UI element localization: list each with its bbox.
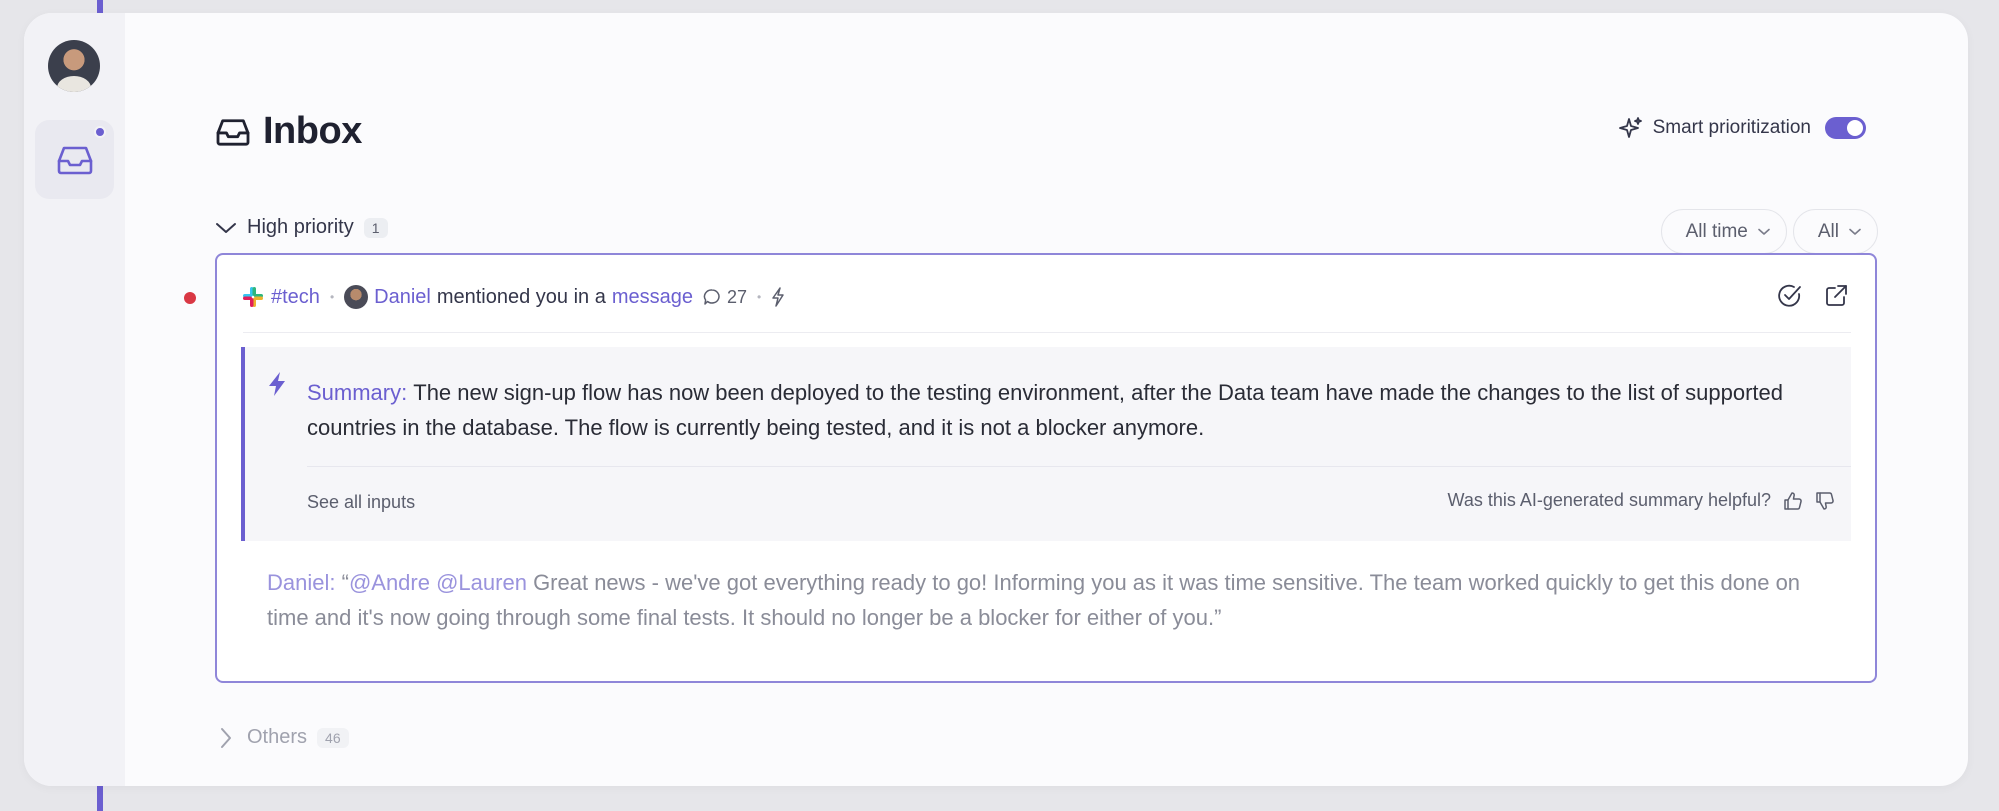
separator-dot: • — [757, 290, 762, 304]
section-count-badge: 46 — [317, 727, 349, 748]
bolt-icon — [771, 287, 785, 307]
summary-feedback: Was this AI-generated summary helpful? — [1448, 490, 1835, 511]
smart-prioritization: Smart prioritization — [1618, 116, 1866, 140]
comment-icon — [703, 288, 721, 306]
unread-dot — [184, 292, 196, 304]
message-mentions: @Andre @Lauren — [348, 570, 527, 595]
smart-prioritization-label: Smart prioritization — [1652, 117, 1811, 138]
type-filter-dropdown[interactable]: All — [1792, 209, 1878, 254]
section-label: Others — [247, 726, 308, 748]
smart-prioritization-toggle[interactable] — [1825, 117, 1866, 139]
accent-line-bottom — [97, 786, 103, 811]
card-actions — [1777, 283, 1849, 309]
sender-avatar — [344, 285, 369, 309]
sidebar-item-inbox[interactable] — [35, 120, 114, 199]
filter-bar: All time All — [1660, 209, 1878, 254]
mention-text: mentioned you in a — [436, 285, 606, 308]
slack-icon — [241, 285, 265, 309]
message-link[interactable]: message — [612, 286, 693, 309]
thumbs-up-icon[interactable] — [1783, 491, 1803, 511]
chevron-down-icon — [1758, 228, 1770, 236]
user-avatar[interactable] — [48, 40, 100, 92]
section-header-others[interactable]: Others 46 — [215, 726, 349, 749]
summary-body: The new sign-up flow has now been deploy… — [307, 380, 1783, 440]
inbox-icon — [215, 117, 251, 147]
chevron-down-icon — [1849, 228, 1861, 236]
time-filter-label: All time — [1685, 220, 1748, 242]
sparkle-icon — [1618, 116, 1643, 140]
unread-indicator-dot — [94, 126, 106, 138]
accent-line-top — [97, 0, 103, 13]
divider — [243, 332, 1851, 333]
message-author: Daniel: — [267, 570, 336, 595]
sender-link[interactable]: Daniel — [374, 286, 431, 309]
feedback-question: Was this AI-generated summary helpful? — [1447, 490, 1771, 510]
message-preview: Daniel: “@Andre @Lauren Great news - we'… — [267, 565, 1815, 635]
page-title: Inbox — [263, 110, 362, 152]
section-label: High priority — [247, 216, 354, 238]
item-meta: #tech • Daniel mentioned you in a messag… — [241, 285, 785, 309]
section-count-badge: 1 — [363, 217, 388, 238]
quote-open: “ — [341, 570, 349, 595]
divider — [307, 466, 1851, 467]
summary-label: Summary: — [307, 380, 408, 405]
inbox-icon — [56, 144, 94, 176]
time-filter-dropdown[interactable]: All time — [1660, 209, 1787, 254]
separator-dot: • — [329, 290, 335, 304]
inbox-item-card[interactable]: #tech • Daniel mentioned you in a messag… — [215, 253, 1877, 683]
comment-count: 27 — [727, 286, 748, 307]
check-circle-icon[interactable] — [1777, 283, 1803, 309]
ai-summary: Summary: The new sign-up flow has now bee… — [241, 347, 1851, 541]
sidebar — [24, 13, 125, 786]
app-window: Inbox Smart prioritization High priority… — [24, 13, 1968, 786]
chevron-right-icon — [215, 727, 237, 749]
external-link-icon[interactable] — [1823, 283, 1849, 309]
thumbs-down-icon[interactable] — [1815, 491, 1835, 511]
chevron-down-icon — [215, 221, 237, 235]
type-filter-label: All — [1817, 220, 1839, 242]
summary-text: Summary: The new sign-up flow has now bee… — [307, 375, 1821, 445]
page-header: Inbox — [215, 110, 362, 153]
bolt-icon — [267, 371, 287, 397]
see-all-inputs-link[interactable]: See all inputs — [307, 492, 415, 513]
channel-link[interactable]: #tech — [271, 286, 320, 309]
section-header-high-priority[interactable]: High priority 1 — [215, 216, 388, 239]
main-content: Inbox Smart prioritization High priority… — [125, 13, 1968, 786]
